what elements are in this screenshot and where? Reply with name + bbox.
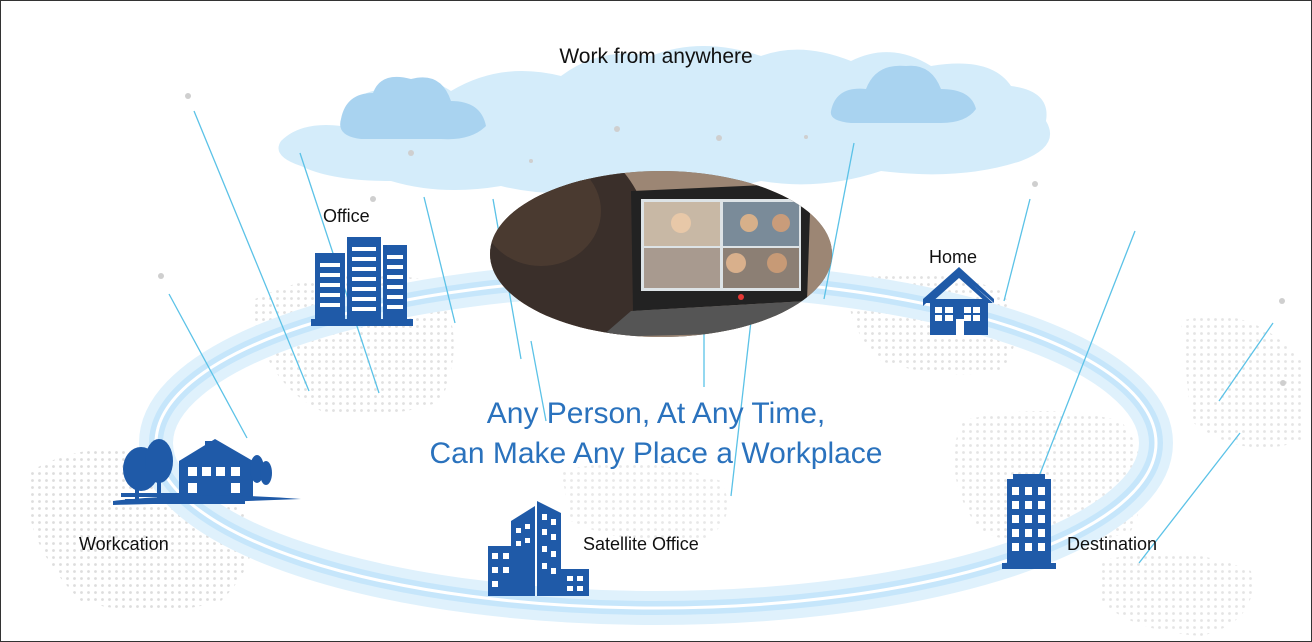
destination-building-icon: [1002, 474, 1056, 569]
workcation-label: Workcation: [79, 534, 169, 554]
workcation-house-icon: [113, 439, 301, 505]
satellite-office-label: Satellite Office: [583, 534, 699, 554]
office-building-icon: [311, 237, 413, 326]
work-anywhere-illustration: Work from anywhere Office Home Workcatio…: [0, 0, 1312, 642]
work-from-anywhere-label: Work from anywhere: [559, 45, 753, 68]
headline-line-2: Can Make Any Place a Workplace: [429, 437, 883, 470]
destination-label: Destination: [1067, 534, 1158, 554]
home-label: Home: [929, 247, 978, 267]
office-label: Office: [323, 206, 370, 226]
headline-line-1: Any Person, At Any Time,: [486, 397, 826, 430]
headline: Any Person, At Any Time, Can Make Any Pl…: [356, 394, 956, 474]
